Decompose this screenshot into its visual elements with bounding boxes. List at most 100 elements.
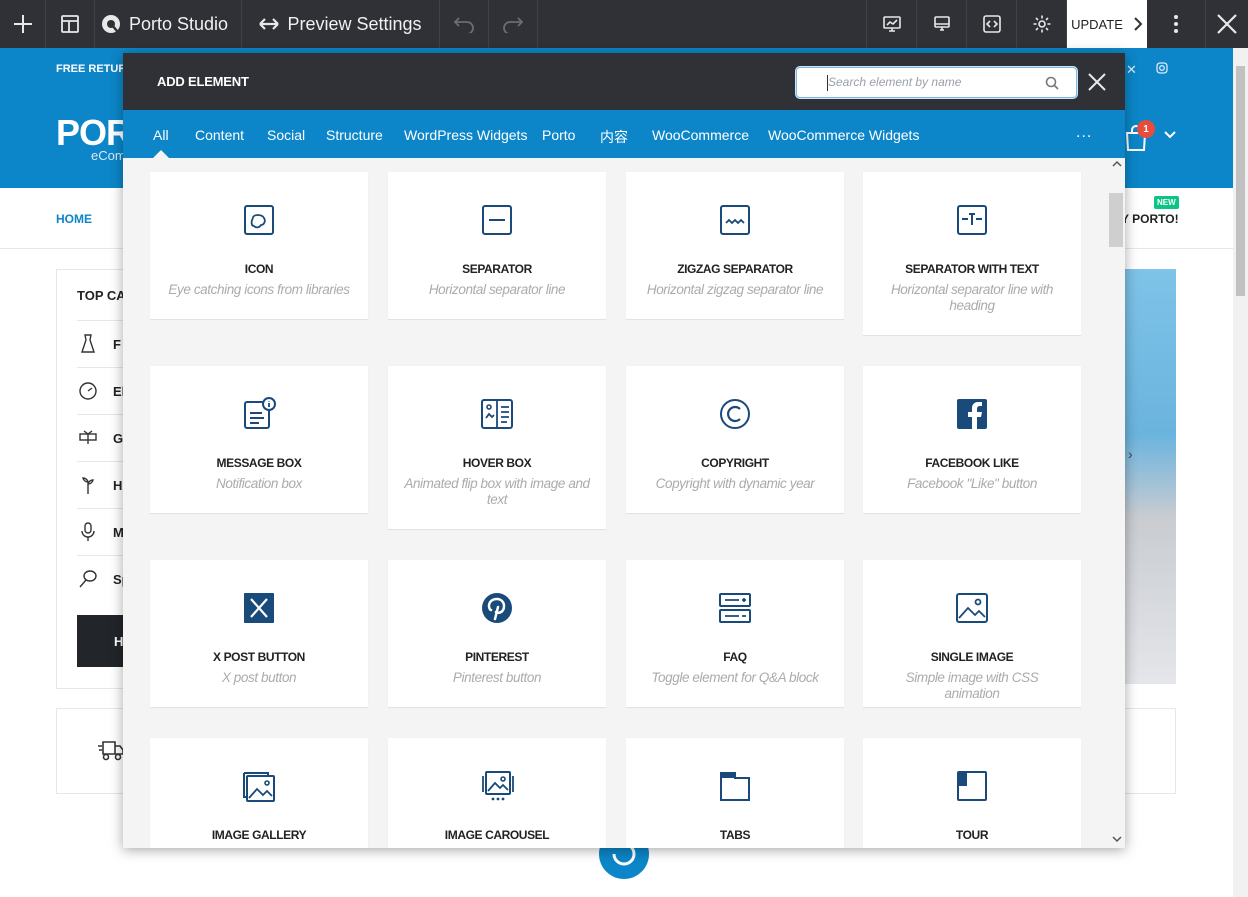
separator-text-icon	[957, 205, 987, 235]
element-icon-wrap	[388, 202, 606, 238]
update-label: UPDATE	[1071, 16, 1123, 32]
redo-button[interactable]	[489, 0, 538, 48]
page-scrollbar-thumb[interactable]	[1236, 66, 1245, 296]
porto-studio-button[interactable]: Porto Studio	[95, 0, 242, 48]
category-tabs: All Content Social Structure WordPress Widge…	[123, 110, 1125, 158]
tab-8[interactable]: WooCommerce Widgets	[768, 127, 919, 143]
element-description: Horizontal separator line	[428, 282, 566, 297]
element-name: MESSAGE BOX	[216, 456, 302, 470]
panel-header: ADD ELEMENT	[123, 53, 1125, 110]
nav-home-link[interactable]: HOME	[56, 212, 92, 226]
tab-1[interactable]: Content	[195, 127, 244, 143]
panel-scrollbar-thumb[interactable]	[1109, 193, 1123, 247]
element-search-input[interactable]	[828, 75, 1038, 89]
element-search-box[interactable]	[796, 67, 1077, 98]
undo-icon	[453, 17, 474, 33]
category-label: F	[113, 336, 121, 352]
x-social-icon[interactable]: ✕	[1126, 62, 1137, 78]
scroll-down-icon[interactable]	[1112, 835, 1122, 843]
element-description: Facebook "Like" button	[907, 476, 1037, 491]
element-icon-wrap	[626, 396, 844, 432]
image-carousel-icon	[482, 771, 514, 801]
tab-4[interactable]: WordPress Widgets	[404, 127, 527, 143]
element-card-hover-box[interactable]: HOVER BOX Animated flip box with image an…	[388, 366, 606, 530]
element-card-image-gallery[interactable]: IMAGE GALLERY	[150, 738, 368, 848]
element-name: FACEBOOK LIKE	[925, 456, 1019, 470]
nav-porto-link[interactable]: Y PORTO!	[1121, 212, 1179, 226]
layout-button[interactable]	[46, 0, 95, 48]
element-name: SEPARATOR	[462, 262, 532, 276]
element-card-tabs[interactable]: TABS	[626, 738, 844, 848]
element-name: HOVER BOX	[462, 456, 532, 470]
element-icon-wrap	[626, 768, 844, 804]
tab-2[interactable]: Social	[267, 127, 305, 143]
element-description: Animated flip box with image and text	[404, 476, 590, 507]
element-card-image-carousel[interactable]: IMAGE CAROUSEL	[388, 738, 606, 848]
element-description: Horizontal zigzag separator line	[646, 282, 824, 297]
element-icon-wrap	[388, 396, 606, 432]
zigzag-separator-icon	[720, 205, 750, 235]
element-card-faq[interactable]: FAQ Toggle element for Q&A block	[626, 560, 844, 708]
element-name: IMAGE CAROUSEL	[444, 828, 550, 842]
chevron-down-icon[interactable]	[1163, 130, 1177, 140]
element-card-message-box[interactable]: MESSAGE BOX Notification box	[150, 366, 368, 514]
element-name: X POST BUTTON	[213, 650, 305, 664]
element-card-pinterest[interactable]: PINTEREST Pinterest button	[388, 560, 606, 708]
preview-settings-label: Preview Settings	[287, 13, 422, 34]
element-card-tour[interactable]: TOUR	[863, 738, 1081, 848]
update-button[interactable]: UPDATE	[1067, 0, 1147, 48]
faq-icon	[719, 593, 751, 623]
element-card-facebook-like[interactable]: FACEBOOK LIKE Facebook "Like" button	[863, 366, 1081, 514]
element-name: PINTEREST	[465, 650, 529, 664]
tab-6[interactable]: 内容	[600, 127, 628, 147]
slider-next-icon[interactable]: ›	[1128, 446, 1133, 462]
desktop-view-button[interactable]	[917, 0, 967, 48]
element-card-separator[interactable]: SEPARATOR Horizontal separator line	[388, 172, 606, 320]
close-editor-button[interactable]	[1206, 0, 1248, 48]
layout-icon	[61, 15, 79, 33]
search-icon[interactable]	[1045, 76, 1059, 90]
instagram-icon[interactable]	[1156, 62, 1168, 74]
facebook-icon	[957, 399, 987, 429]
tab-5[interactable]: Porto	[542, 127, 575, 143]
message-box-icon	[244, 397, 276, 429]
racket-icon	[79, 570, 97, 588]
undo-button[interactable]	[440, 0, 489, 48]
element-card-separator-with-text[interactable]: SEPARATOR WITH TEXT Horizontal separator …	[863, 172, 1081, 336]
element-card-copyright[interactable]: COPYRIGHT Copyright with dynamic year	[626, 366, 844, 514]
separator-icon	[482, 205, 512, 235]
element-icon-wrap	[388, 768, 606, 804]
element-card-icon[interactable]: ICON Eye catching icons from libraries	[150, 172, 368, 320]
element-card-zigzag-separator[interactable]: ZIGZAG SEPARATOR Horizontal zigzag separa…	[626, 172, 844, 320]
chart-monitor-icon	[882, 16, 901, 32]
element-icon-wrap	[863, 768, 1081, 804]
hero-image	[1124, 269, 1176, 684]
more-tabs-button[interactable]: ...	[1076, 124, 1092, 142]
porto-studio-label: Porto Studio	[129, 13, 229, 34]
element-icon-wrap	[626, 590, 844, 626]
close-icon	[1217, 14, 1237, 34]
element-icon-wrap	[863, 590, 1081, 626]
more-options-button[interactable]	[1147, 0, 1206, 48]
tab-3[interactable]: Structure	[326, 127, 383, 143]
tab-0[interactable]: All	[153, 127, 169, 143]
element-card-single-image[interactable]: SINGLE IMAGE Simple image with CSS animat…	[863, 560, 1081, 708]
tab-7[interactable]: WooCommerce	[652, 127, 749, 143]
element-card-x-post-button[interactable]: X POST BUTTON X post button	[150, 560, 368, 708]
preview-settings-button[interactable]: Preview Settings	[242, 0, 440, 48]
settings-button[interactable]	[1017, 0, 1067, 48]
close-panel-icon[interactable]	[1087, 72, 1107, 92]
element-description: Copyright with dynamic year	[655, 476, 815, 491]
custom-code-button[interactable]	[967, 0, 1017, 48]
porto-studio-icon	[102, 15, 120, 33]
panel-scrollbar[interactable]	[1109, 158, 1125, 848]
page-speed-button[interactable]	[867, 0, 917, 48]
add-element-button[interactable]	[0, 0, 46, 48]
tabs-icon	[720, 772, 750, 801]
truck-icon	[98, 741, 124, 761]
element-name: FAQ	[723, 650, 747, 664]
x-icon	[244, 593, 274, 623]
category-label: G	[113, 430, 124, 446]
active-tab-indicator	[153, 150, 169, 158]
scroll-up-icon[interactable]	[1112, 160, 1122, 168]
